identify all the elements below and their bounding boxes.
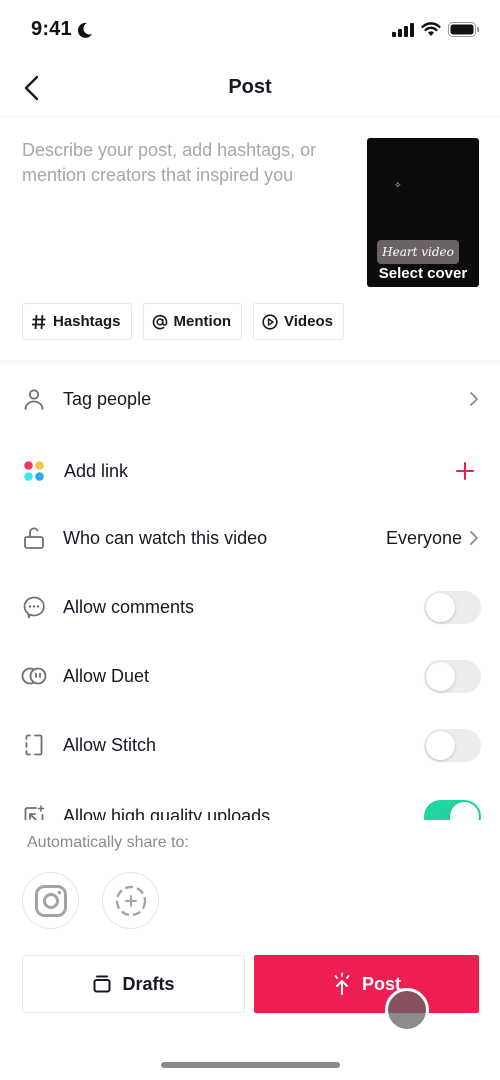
bottom-panel: Automatically share to: Drafts Post xyxy=(0,820,500,1080)
nav-divider xyxy=(0,116,500,117)
cellular-signal-icon xyxy=(392,22,414,37)
hq-upload-icon xyxy=(20,802,48,820)
share-instagram-button[interactable] xyxy=(22,872,79,929)
select-cover-label: Select cover xyxy=(378,265,468,282)
drafts-label: Drafts xyxy=(122,973,175,994)
allow-comments-label: Allow comments xyxy=(63,596,195,617)
drafts-icon xyxy=(93,975,111,993)
status-bar: 9:41 xyxy=(0,0,500,62)
moon-icon xyxy=(77,22,92,38)
caption-chips: Hashtags Mention Videos xyxy=(22,303,344,340)
post-upload-icon xyxy=(334,972,350,995)
add-link-label: Add link xyxy=(64,460,129,481)
person-icon xyxy=(20,385,48,413)
battery-icon xyxy=(448,22,479,37)
home-indicator xyxy=(161,1062,340,1068)
who-can-watch-label: Who can watch this video xyxy=(63,527,268,548)
status-icons xyxy=(392,22,480,37)
allow-stitch-row: Allow Stitch xyxy=(0,717,500,773)
clipped-list-area: Allow high quality uploads xyxy=(0,790,500,820)
post-button[interactable]: Post xyxy=(254,955,479,1013)
allow-hq-uploads-row: Allow high quality uploads xyxy=(0,790,500,820)
allow-stitch-toggle[interactable] xyxy=(424,728,481,762)
play-circle-icon xyxy=(262,313,278,330)
post-label: Post xyxy=(361,973,401,994)
toggle-knob xyxy=(426,661,455,691)
chip-label: Mention xyxy=(173,313,232,330)
toggle-knob xyxy=(426,592,455,622)
toggle-knob xyxy=(426,730,455,760)
videos-chip[interactable]: Videos xyxy=(253,303,344,340)
privacy-value: Everyone xyxy=(385,527,462,548)
allow-duet-row: Allow Duet xyxy=(0,648,500,704)
stitch-icon xyxy=(20,731,48,759)
hashtag-icon xyxy=(32,314,46,329)
add-circle-dashed-icon xyxy=(115,885,146,916)
hashtags-chip[interactable]: Hashtags xyxy=(22,303,132,340)
allow-duet-toggle[interactable] xyxy=(424,659,481,693)
tag-people-label: Tag people xyxy=(63,388,152,409)
allow-comments-row: Allow comments xyxy=(0,579,500,635)
allow-hq-uploads-toggle[interactable] xyxy=(424,799,481,820)
colored-dots-icon xyxy=(20,457,48,485)
add-link-row[interactable]: Add link xyxy=(0,443,500,499)
drafts-button[interactable]: Drafts xyxy=(22,955,245,1013)
instagram-icon xyxy=(34,884,67,917)
allow-duet-label: Allow Duet xyxy=(63,665,150,686)
allow-comments-toggle[interactable] xyxy=(424,590,481,624)
at-sign-icon xyxy=(152,314,167,329)
chip-label: Videos xyxy=(284,313,333,330)
page-title: Post xyxy=(228,76,272,98)
chevron-right-icon xyxy=(470,531,478,545)
tag-people-row[interactable]: Tag people xyxy=(0,371,500,427)
share-add-button[interactable] xyxy=(102,872,159,929)
mention-chip[interactable]: Mention xyxy=(142,303,243,340)
status-time: 9:41 xyxy=(31,18,72,40)
chevron-right-icon xyxy=(470,392,478,406)
cover-thumbnail[interactable]: ✧ Heart video Select cover xyxy=(367,138,479,287)
chip-label: Hashtags xyxy=(53,313,121,330)
section-divider xyxy=(0,360,500,364)
comment-icon xyxy=(20,593,48,621)
plus-icon[interactable] xyxy=(456,462,474,480)
unlock-icon xyxy=(20,524,48,552)
sparkle-icon: ✧ xyxy=(394,180,402,190)
share-label: Automatically share to: xyxy=(27,834,189,851)
toggle-knob xyxy=(450,801,479,820)
who-can-watch-row[interactable]: Who can watch this video Everyone xyxy=(0,510,500,566)
allow-stitch-label: Allow Stitch xyxy=(63,734,157,755)
cover-overlay-text: Heart video xyxy=(377,240,459,264)
caption-input[interactable] xyxy=(22,138,357,278)
allow-hq-uploads-label: Allow high quality uploads xyxy=(63,805,271,821)
wifi-icon xyxy=(421,22,441,36)
navigation-bar: Post xyxy=(0,62,500,116)
duet-icon xyxy=(20,662,48,690)
